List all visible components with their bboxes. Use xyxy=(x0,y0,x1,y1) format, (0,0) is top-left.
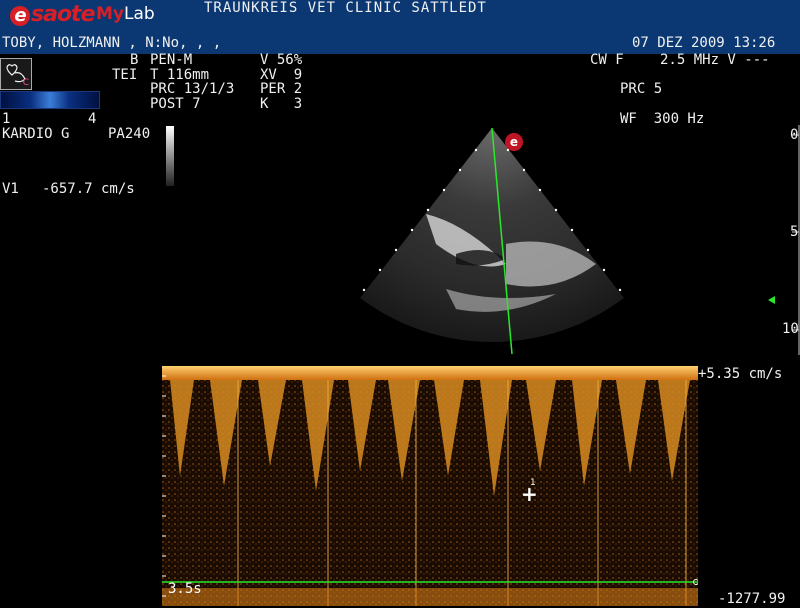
doppler-time-label: 3.5s xyxy=(168,581,202,597)
param-b: B xyxy=(130,52,139,68)
param-post: POST 7 xyxy=(150,96,201,112)
spectrum-top-band xyxy=(162,366,698,380)
param-prc: PRC 13/1/3 xyxy=(150,81,235,97)
colormap-max: 4 xyxy=(88,111,97,127)
measurement-value: -657.7 cm/s xyxy=(42,181,135,197)
param-pen: PEN-M xyxy=(150,52,193,68)
probe-badge: C xyxy=(22,78,29,88)
cw-doppler-spectrum xyxy=(162,366,698,606)
depth-label-10: 10 xyxy=(782,321,799,337)
model-prefix: My xyxy=(96,4,124,24)
colormap-min: 1 xyxy=(2,111,11,127)
crosshair-index: 1 xyxy=(530,478,536,488)
param-cw: CW F xyxy=(590,52,624,68)
param-frequency: 2.5 MHz V --- xyxy=(660,52,770,68)
param-per: PER 2 xyxy=(260,81,303,97)
brand-e-glyph: e xyxy=(10,6,30,26)
esaote-brand: e saote xyxy=(10,2,95,27)
param-tei: TEI xyxy=(112,67,138,83)
colormap-pa: PA240 xyxy=(108,126,151,142)
depth-label-5: 5 xyxy=(790,224,799,240)
param-wf: WF 300 Hz xyxy=(620,111,705,127)
spectrum-bottom-band xyxy=(162,588,698,606)
param-v: V 56% xyxy=(260,52,303,68)
probe-icon: C xyxy=(0,58,32,90)
depth-label-0: 0 xyxy=(790,127,799,143)
doppler-scale-bottom: -1277.99 xyxy=(718,591,786,607)
ecg-e-marker: e xyxy=(505,133,523,151)
header-bar: e saote MyLab TRAUNKREIS VET CLINIC SATTL… xyxy=(0,0,800,54)
mylab-model: MyLab xyxy=(96,4,155,24)
brand-text: saote xyxy=(31,2,95,27)
ultrasound-sector-image xyxy=(360,127,624,355)
doppler-colormap-bar xyxy=(0,91,100,109)
colormap-preset: KARDIO G xyxy=(2,126,70,142)
patient-info: TOBY, HOLZMANN , N:No, , , xyxy=(2,35,222,51)
model-suffix: Lab xyxy=(124,4,155,24)
spectrum-background xyxy=(162,366,698,606)
doppler-scale-top: +5.35 cm/s xyxy=(698,366,783,382)
param-prc-right: PRC 5 xyxy=(620,81,663,97)
clinic-name: TRAUNKREIS VET CLINIC SATTLEDT xyxy=(204,0,487,16)
focus-marker xyxy=(768,296,775,304)
measurement-label: V1 xyxy=(2,181,19,197)
grayscale-bar xyxy=(166,126,174,186)
param-k: K 3 xyxy=(260,96,303,112)
exam-datetime: 07 DEZ 2009 13:26 xyxy=(632,35,776,51)
